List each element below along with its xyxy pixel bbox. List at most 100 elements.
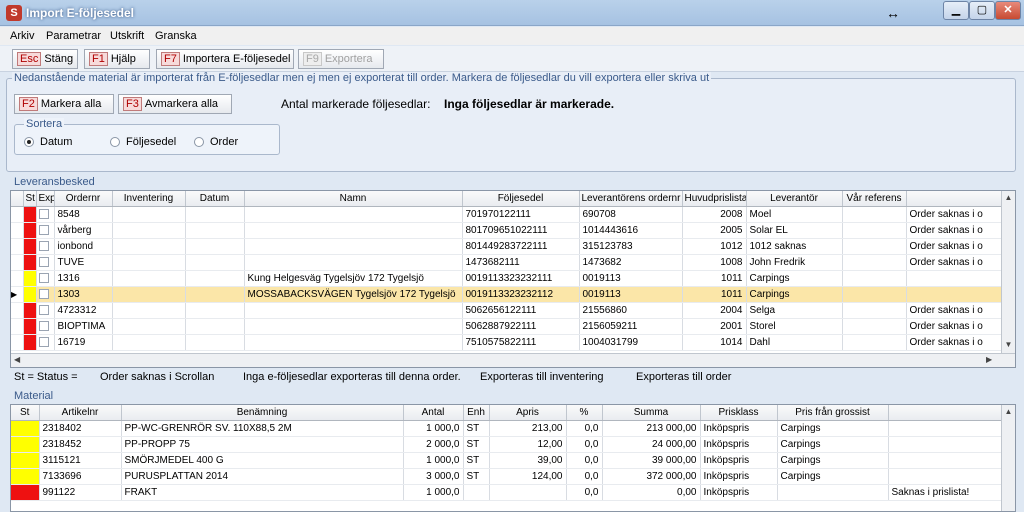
scroll-left-icon[interactable]: ◀ <box>14 355 20 364</box>
delivery-row[interactable]: TUVE 1473682111 1473682 1008 John Fredrik Ord… <box>11 254 1001 271</box>
toolbar: Esc Stäng F1 Hjälp F7 Importera E-följesede… <box>0 46 1024 72</box>
delivery-row[interactable]: 1316 Kung Helgesväg Tygelsjöv 172 Tygelsj… <box>11 270 1001 287</box>
delivery-row[interactable]: 4723312 5062656122111 21556860 2004 Selga Ord… <box>11 302 1001 319</box>
sort-datum-radio[interactable] <box>24 137 34 147</box>
minimize-button[interactable]: ▁ <box>943 1 969 20</box>
delivery-row[interactable]: ▶ 1303 MOSSABACKSVÄGEN Tygelsjöv 172 Tygel… <box>11 286 1001 303</box>
sort-order-label[interactable]: Order <box>210 136 238 148</box>
menu-granska[interactable]: Granska <box>155 30 197 42</box>
export-checkbox[interactable] <box>38 320 49 331</box>
export-checkbox-cell[interactable] <box>36 334 55 351</box>
export-checkbox-cell[interactable] <box>36 302 55 319</box>
export-checkbox-cell[interactable] <box>36 238 55 255</box>
grossist-cell: Carpings <box>777 468 889 485</box>
row-indicator <box>11 302 24 319</box>
header-cell[interactable]: Namn <box>244 191 463 207</box>
inventering-cell <box>112 318 186 335</box>
scroll-right-icon[interactable]: ▶ <box>986 355 992 364</box>
export-checkbox-cell[interactable] <box>36 206 55 223</box>
scroll-down-icon[interactable]: ▼ <box>1002 340 1015 349</box>
export-checkbox-cell[interactable] <box>36 270 55 287</box>
material-row[interactable]: 991122 FRAKT 1 000,0 0,0 0,00 Inköpspris Sakna… <box>11 484 1001 501</box>
sort-foljesedel-radio[interactable] <box>110 137 120 147</box>
scroll-up-icon[interactable]: ▲ <box>1002 407 1015 416</box>
delivery-row[interactable]: 16719 7510575822111 1004031799 1014 Dahl Orde… <box>11 334 1001 351</box>
header-cell[interactable]: Pris från grossist <box>777 405 889 421</box>
menu-utskrift[interactable]: Utskrift <box>110 30 144 42</box>
header-cell[interactable]: Antal <box>403 405 464 421</box>
artikelnr-cell: 2318402 <box>39 420 122 437</box>
header-cell[interactable]: Enh <box>463 405 490 421</box>
header-cell[interactable]: Summa <box>602 405 701 421</box>
var-referens-cell <box>842 318 907 335</box>
header-cell[interactable]: Artikelnr <box>39 405 122 421</box>
material-row[interactable]: 3115121 SMÖRJMEDEL 400 G1 000,0 ST 39,00 0,0… <box>11 452 1001 469</box>
header-cell[interactable]: Benämning <box>121 405 404 421</box>
header-cell[interactable]: Datum <box>185 191 245 207</box>
material-row[interactable]: 2318452 PP-PROPP 75 2 000,0 ST 12,00 0,0 24 00… <box>11 436 1001 453</box>
header-cell[interactable]: Exp <box>36 191 55 207</box>
header-cell[interactable]: Ordernr <box>54 191 113 207</box>
mark-all-button[interactable]: F2 Markera alla <box>14 94 114 114</box>
close-form-button[interactable]: Esc Stäng <box>12 49 78 69</box>
export-checkbox[interactable] <box>38 240 49 251</box>
header-cell[interactable]: Leverantörens ordernr <box>579 191 683 207</box>
export-checkbox[interactable] <box>38 304 49 315</box>
datum-cell <box>185 334 245 351</box>
export-checkbox[interactable] <box>38 208 49 219</box>
deliveries-hscroll[interactable]: ◀ ▶ <box>11 353 1015 367</box>
material-row[interactable]: 2318402 PP-WC-GRENRÖR SV. 110X88,5 2M 1 00… <box>11 420 1001 437</box>
delivery-row[interactable]: BIOPTIMA 5062887922111 2156059211 2001 Store… <box>11 318 1001 335</box>
sort-order-radio[interactable] <box>194 137 204 147</box>
leverantor-cell: Carpings <box>746 270 843 287</box>
export-checkbox[interactable] <box>38 336 49 347</box>
export-checkbox[interactable] <box>38 272 49 283</box>
export-checkbox[interactable] <box>38 224 49 235</box>
header-cell[interactable]: St <box>23 191 37 207</box>
export-checkbox[interactable] <box>38 288 49 299</box>
close-button[interactable]: ✕ <box>995 1 1021 20</box>
header-cell[interactable]: Vår referens <box>842 191 907 207</box>
huvudprislista-cell: 2001 <box>682 318 747 335</box>
import-button[interactable]: F7 Importera E-följesedel <box>156 49 294 69</box>
export-checkbox[interactable] <box>38 256 49 267</box>
sort-datum-label[interactable]: Datum <box>40 136 72 148</box>
export-checkbox-cell[interactable] <box>36 286 55 303</box>
menu-parametrar[interactable]: Parametrar <box>46 30 101 42</box>
prisklass-cell: Inköpspris <box>700 436 778 453</box>
export-checkbox-cell[interactable] <box>36 222 55 239</box>
header-cell[interactable]: St <box>11 405 40 421</box>
marked-count-value: Inga följesedlar är markerade. <box>444 97 615 111</box>
deliveries-title: Leveransbesked <box>12 176 97 188</box>
app-logo-icon: S <box>6 5 22 21</box>
header-cell[interactable] <box>906 191 1001 207</box>
material-row[interactable]: 7133696 PURUSPLATTAN 2014 3 000,0 ST 124,00 0… <box>11 468 1001 485</box>
header-cell[interactable]: Prisklass <box>700 405 778 421</box>
delivery-row[interactable]: ionbond 801449283722111 315123783 1012 1012 … <box>11 238 1001 255</box>
material-vscroll[interactable]: ▲ <box>1001 405 1015 511</box>
header-cell[interactable]: Huvudprislista <box>682 191 747 207</box>
header-cell[interactable]: % <box>566 405 603 421</box>
unmark-all-button[interactable]: F3 Avmarkera alla <box>118 94 232 114</box>
lev-ordernr-cell: 0019113 <box>579 286 683 303</box>
help-button[interactable]: F1 Hjälp <box>84 49 150 69</box>
header-cell <box>11 191 24 207</box>
delivery-row[interactable]: vårberg 801709651022111 1014443616 2005 Sola… <box>11 222 1001 239</box>
export-checkbox-cell[interactable] <box>36 318 55 335</box>
header-cell[interactable] <box>888 405 1001 421</box>
header-cell[interactable]: Följesedel <box>462 191 580 207</box>
export-button[interactable]: F9 Exportera <box>298 49 384 69</box>
sort-foljesedel-label[interactable]: Följesedel <box>126 136 176 148</box>
menu-arkiv[interactable]: Arkiv <box>10 30 34 42</box>
scroll-up-icon[interactable]: ▲ <box>1002 193 1015 202</box>
header-cell[interactable]: Inventering <box>112 191 186 207</box>
header-cell[interactable]: Apris <box>489 405 567 421</box>
inventering-cell <box>112 238 186 255</box>
foljesedel-cell: 7510575822111 <box>462 334 580 351</box>
delivery-row[interactable]: 8548 701970122111 690708 2008 Moel Order sakn… <box>11 206 1001 223</box>
maximize-button[interactable]: ▢ <box>969 1 995 20</box>
header-cell[interactable]: Leverantör <box>746 191 843 207</box>
export-checkbox-cell[interactable] <box>36 254 55 271</box>
datum-cell <box>185 238 245 255</box>
deliveries-vscroll[interactable]: ▲ ▼ <box>1001 191 1015 353</box>
